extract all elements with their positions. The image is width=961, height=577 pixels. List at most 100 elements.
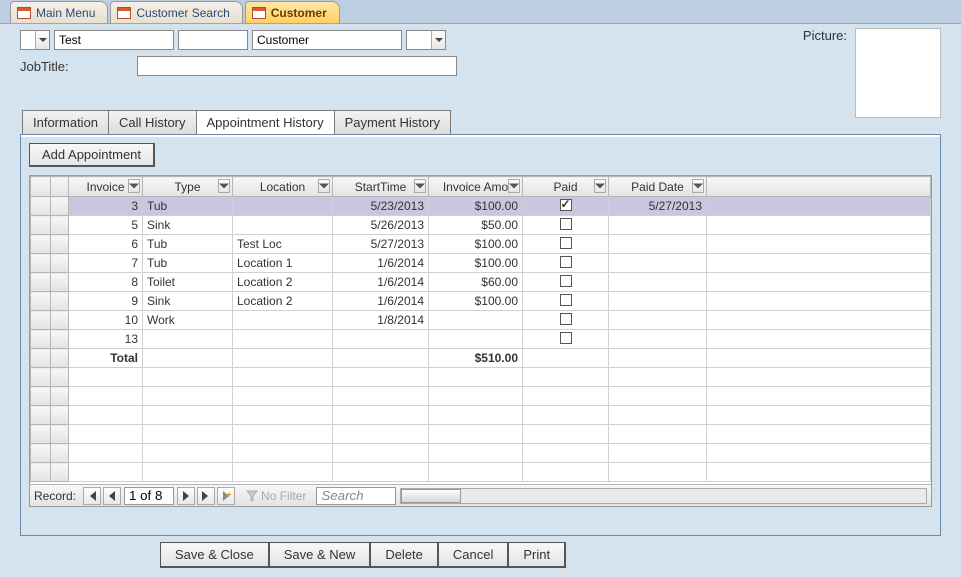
delete-button[interactable]: Delete bbox=[370, 542, 439, 568]
cell-invoice[interactable]: 8 bbox=[69, 273, 143, 292]
cell-amount[interactable] bbox=[429, 330, 523, 349]
row-selector[interactable] bbox=[31, 273, 51, 292]
select-all-corner[interactable] bbox=[31, 177, 51, 197]
cell-starttime[interactable]: 5/26/2013 bbox=[333, 216, 429, 235]
first-name-input[interactable] bbox=[54, 30, 174, 50]
cell-paid[interactable] bbox=[523, 330, 609, 349]
cell-paid-date[interactable] bbox=[609, 216, 707, 235]
cell-invoice[interactable]: 13 bbox=[69, 330, 143, 349]
jobtitle-input[interactable] bbox=[137, 56, 457, 76]
row-selector[interactable] bbox=[31, 235, 51, 254]
col-location[interactable]: Location bbox=[233, 177, 333, 197]
cell-location[interactable]: Location 1 bbox=[233, 254, 333, 273]
cell-invoice[interactable]: 10 bbox=[69, 311, 143, 330]
tab-appointment-history[interactable]: Appointment History bbox=[196, 110, 335, 134]
cell-paid-date[interactable] bbox=[609, 292, 707, 311]
cell-paid-date[interactable] bbox=[609, 330, 707, 349]
row-header[interactable] bbox=[51, 235, 69, 254]
chevron-down-icon[interactable] bbox=[218, 179, 230, 193]
suffix-combo[interactable] bbox=[406, 30, 446, 50]
checkbox-icon[interactable] bbox=[560, 275, 572, 287]
table-row[interactable]: 13 bbox=[31, 330, 931, 349]
cell-type[interactable]: Work bbox=[143, 311, 233, 330]
checkbox-icon[interactable] bbox=[560, 256, 572, 268]
middle-name-input[interactable] bbox=[178, 30, 248, 50]
row-selector[interactable] bbox=[31, 330, 51, 349]
cell-location[interactable] bbox=[233, 311, 333, 330]
col-paid-date[interactable]: Paid Date bbox=[609, 177, 707, 197]
cell-amount[interactable]: $60.00 bbox=[429, 273, 523, 292]
row-selector[interactable] bbox=[31, 254, 51, 273]
table-row[interactable]: 9SinkLocation 21/6/2014$100.00 bbox=[31, 292, 931, 311]
cell-type[interactable]: Toilet bbox=[143, 273, 233, 292]
tab-call-history[interactable]: Call History bbox=[108, 110, 196, 134]
cell-type[interactable]: Sink bbox=[143, 292, 233, 311]
cell-invoice[interactable]: 6 bbox=[69, 235, 143, 254]
table-row[interactable]: 8ToiletLocation 21/6/2014$60.00 bbox=[31, 273, 931, 292]
cell-invoice[interactable]: 9 bbox=[69, 292, 143, 311]
cell-location[interactable]: Location 2 bbox=[233, 292, 333, 311]
cell-invoice[interactable]: 5 bbox=[69, 216, 143, 235]
cell-amount[interactable]: $100.00 bbox=[429, 197, 523, 216]
table-row[interactable]: 6TubTest Loc5/27/2013$100.00 bbox=[31, 235, 931, 254]
horizontal-scrollbar[interactable] bbox=[400, 488, 927, 504]
record-position-input[interactable] bbox=[124, 487, 174, 505]
table-row[interactable]: 3Tub5/23/2013$100.005/27/2013 bbox=[31, 197, 931, 216]
col-paid[interactable]: Paid bbox=[523, 177, 609, 197]
doc-tab-customer[interactable]: Customer bbox=[245, 1, 340, 23]
cell-type[interactable]: Sink bbox=[143, 216, 233, 235]
cell-location[interactable] bbox=[233, 216, 333, 235]
cell-location[interactable]: Test Loc bbox=[233, 235, 333, 254]
scrollbar-thumb[interactable] bbox=[401, 489, 461, 503]
search-input[interactable] bbox=[316, 487, 396, 505]
checkbox-icon[interactable] bbox=[560, 294, 572, 306]
cell-paid-date[interactable] bbox=[609, 273, 707, 292]
save-new-button[interactable]: Save & New bbox=[269, 542, 372, 568]
nav-first-button[interactable] bbox=[83, 487, 101, 505]
cell-type[interactable]: Tub bbox=[143, 254, 233, 273]
cell-paid-date[interactable] bbox=[609, 254, 707, 273]
cell-type[interactable]: Tub bbox=[143, 235, 233, 254]
tab-payment-history[interactable]: Payment History bbox=[334, 110, 451, 134]
cell-starttime[interactable]: 1/6/2014 bbox=[333, 254, 429, 273]
col-type[interactable]: Type bbox=[143, 177, 233, 197]
cell-paid[interactable] bbox=[523, 235, 609, 254]
cell-starttime[interactable] bbox=[333, 330, 429, 349]
chevron-down-icon[interactable] bbox=[508, 179, 520, 193]
col-invoice-amount[interactable]: Invoice Amo bbox=[429, 177, 523, 197]
row-header[interactable] bbox=[51, 292, 69, 311]
chevron-down-icon[interactable] bbox=[692, 179, 704, 193]
cell-paid[interactable] bbox=[523, 311, 609, 330]
cell-amount[interactable]: $100.00 bbox=[429, 235, 523, 254]
checkbox-icon[interactable] bbox=[560, 218, 572, 230]
checkbox-icon[interactable] bbox=[560, 332, 572, 344]
cell-paid[interactable] bbox=[523, 292, 609, 311]
cell-paid[interactable] bbox=[523, 197, 609, 216]
cancel-button[interactable]: Cancel bbox=[438, 542, 509, 568]
row-selector[interactable] bbox=[31, 311, 51, 330]
nav-new-button[interactable] bbox=[217, 487, 235, 505]
nav-prev-button[interactable] bbox=[103, 487, 121, 505]
row-header[interactable] bbox=[51, 254, 69, 273]
cell-type[interactable]: Tub bbox=[143, 197, 233, 216]
table-row[interactable]: 10Work1/8/2014 bbox=[31, 311, 931, 330]
cell-starttime[interactable]: 5/23/2013 bbox=[333, 197, 429, 216]
filter-indicator[interactable]: No Filter bbox=[246, 489, 306, 503]
row-header[interactable] bbox=[51, 311, 69, 330]
row-header[interactable] bbox=[51, 273, 69, 292]
row-header[interactable] bbox=[51, 216, 69, 235]
save-close-button[interactable]: Save & Close bbox=[160, 542, 270, 568]
checkbox-icon[interactable] bbox=[560, 237, 572, 249]
cell-amount[interactable]: $100.00 bbox=[429, 292, 523, 311]
nav-last-button[interactable] bbox=[197, 487, 215, 505]
tab-information[interactable]: Information bbox=[22, 110, 109, 134]
cell-paid-date[interactable]: 5/27/2013 bbox=[609, 197, 707, 216]
cell-paid[interactable] bbox=[523, 216, 609, 235]
print-button[interactable]: Print bbox=[508, 542, 566, 568]
cell-paid[interactable] bbox=[523, 254, 609, 273]
cell-invoice[interactable]: 7 bbox=[69, 254, 143, 273]
row-header[interactable] bbox=[51, 330, 69, 349]
cell-amount[interactable]: $100.00 bbox=[429, 254, 523, 273]
col-invoice[interactable]: Invoice bbox=[69, 177, 143, 197]
checkbox-icon[interactable] bbox=[560, 313, 572, 325]
